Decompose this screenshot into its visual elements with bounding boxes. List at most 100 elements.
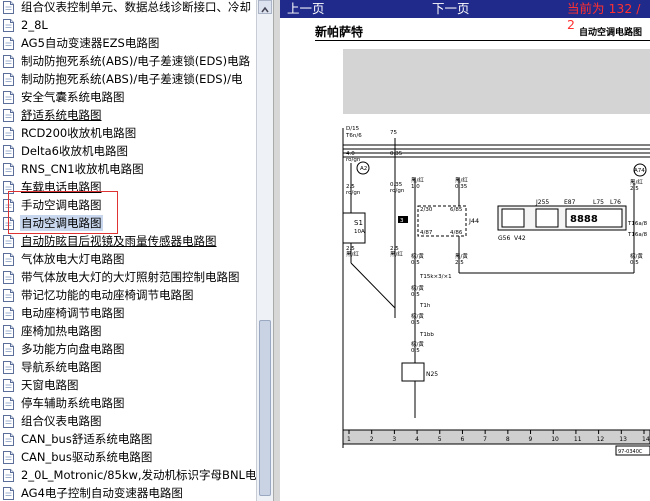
document-icon	[3, 235, 14, 248]
label-g56: G56	[498, 235, 510, 242]
tree-item-label: 自动空调电路图	[20, 215, 103, 231]
document-icon	[3, 181, 14, 194]
tree-item-label: 停车辅助系统电路图	[21, 396, 125, 410]
document-icon	[3, 73, 14, 86]
tree-item-label: 舒适系统电路图	[21, 108, 102, 122]
label-t20: 2/30	[420, 207, 433, 213]
tree-item[interactable]: AG5自动变速器EZS电路图	[0, 34, 256, 52]
tree-item[interactable]: 带记忆功能的电动座椅调节电路图	[0, 286, 256, 304]
label-k75b: 0.35	[390, 151, 403, 157]
tree-item[interactable]: 电动座椅调节电路图	[0, 304, 256, 322]
tree-item[interactable]: 组合仪表控制单元、数据总线诊断接口、冷却	[0, 0, 256, 16]
document-icon	[3, 163, 14, 176]
tree-item[interactable]: 多功能方向盘电路图	[0, 340, 256, 358]
tree-scrollbar[interactable]	[256, 0, 273, 501]
label-w12b: 0.5	[411, 320, 420, 326]
document-icon	[3, 325, 14, 338]
label-ref: 97-0340C	[618, 449, 643, 455]
tree-item[interactable]: 气体放电大灯电路图	[0, 250, 256, 268]
document-icon	[3, 217, 14, 230]
ruler-label: 2	[370, 436, 374, 443]
tree-item[interactable]: 停车辅助系统电路图	[0, 394, 256, 412]
chevron-up-icon	[261, 6, 269, 13]
document-icon	[3, 469, 14, 482]
ruler-label: 11	[574, 436, 582, 443]
scroll-up-button[interactable]	[258, 0, 272, 14]
tree-item[interactable]: 自动防眩目后视镜及雨量传感器电路图	[0, 232, 256, 250]
tree-item[interactable]: 制动防抱死系统(ABS)/电子差速锁(EDS)电路	[0, 52, 256, 70]
label-l76: L76	[610, 199, 621, 206]
tree-item[interactable]: Delta6收放机电路图	[0, 142, 256, 160]
document-icon	[3, 289, 14, 302]
ruler-label: 3	[392, 436, 396, 443]
document-icon	[3, 451, 14, 464]
tree-item[interactable]: 自动空调电路图	[0, 214, 256, 232]
label-num3: 3	[400, 218, 404, 224]
tree-item-label: 电动座椅调节电路图	[21, 306, 125, 320]
document-icon	[3, 109, 14, 122]
next-page-link[interactable]: 下一页	[432, 1, 470, 17]
tree-item[interactable]: 舒适系统电路图	[0, 106, 256, 124]
tree-item-label: 多功能方向盘电路图	[21, 342, 125, 356]
tree-item[interactable]: 制动防抱死系统(ABS)/电子差速锁(EDS)/电	[0, 70, 256, 88]
label-j44: J44	[468, 217, 479, 225]
tree-item-label: 气体放电大灯电路图	[21, 252, 125, 266]
tree-item-label: 导航系统电路图	[21, 360, 102, 374]
label-w10a: 棕/黄	[630, 252, 643, 260]
document-icon	[3, 127, 14, 140]
prev-page-link[interactable]: 上一页	[287, 1, 325, 17]
scroll-thumb[interactable]	[259, 320, 271, 496]
document-icon	[3, 19, 14, 32]
tree-item[interactable]: 2_8L	[0, 16, 256, 34]
tree-item[interactable]: CAN_bus舒适系统电路图	[0, 430, 256, 448]
document-page: 新帕萨特 自动空调电路图 1 2 3 4 5 6 7 8 9 10 11 12 …	[280, 18, 650, 501]
tree-item[interactable]: 安全气囊系统电路图	[0, 88, 256, 106]
label-w13b: 0.5	[411, 348, 420, 354]
document-icon	[3, 433, 14, 446]
tree-item-label: CAN_bus舒适系统电路图	[21, 432, 153, 446]
tree-item[interactable]: 车载电话电路图	[0, 178, 256, 196]
tree-item-label: 2_8L	[21, 18, 48, 32]
label-w13a: 棕/黄	[411, 340, 424, 348]
document-icon	[3, 199, 14, 212]
label-d15d: ro/gn	[346, 157, 361, 163]
label-w6b: 黑/红	[346, 250, 359, 258]
tree-item[interactable]: RNS_CN1收放机电路图	[0, 160, 256, 178]
tree-item-label: 带记忆功能的电动座椅调节电路图	[21, 288, 194, 302]
tree-item[interactable]: 组合仪表电路图	[0, 412, 256, 430]
page-navigation-bar: 上一页 下一页 当前为 132 / 2	[280, 0, 650, 32]
ruler-label: 8	[506, 436, 510, 443]
tree-item-label: 组合仪表控制单元、数据总线诊断接口、冷却	[21, 0, 251, 14]
tree-item[interactable]: 2_0L_Motronic/85kw,发动机标识字母BNL电	[0, 466, 256, 484]
tree-item[interactable]: CAN_bus驱动系统电路图	[0, 448, 256, 466]
document-icon	[3, 343, 14, 356]
label-w7b: 黑/红	[390, 250, 403, 258]
label-w8b: 0.5	[411, 260, 420, 266]
label-w11b: 0.5	[411, 292, 420, 298]
tree-item[interactable]: AG4电子控制自动变速器电路图	[0, 484, 256, 501]
document-icon	[3, 145, 14, 158]
label-w1b: ro/gn	[346, 190, 361, 196]
tree-item[interactable]: 导航系统电路图	[0, 358, 256, 376]
label-t86: 4/86	[450, 230, 463, 236]
ruler-label: 5	[438, 436, 442, 443]
ruler-label: 7	[483, 436, 487, 443]
ruler-label: 6	[460, 436, 464, 443]
document-tree[interactable]: 组合仪表控制单元、数据总线诊断接口、冷却 2_8L AG5自动变速器EZS电路图 制动…	[0, 0, 256, 501]
tree-item[interactable]: 手动空调电路图	[0, 196, 256, 214]
label-w3a: 黑/红	[411, 176, 424, 184]
tree-item[interactable]: 带气体放电大灯的大灯照射范围控制电路图	[0, 268, 256, 286]
tree-item[interactable]: 座椅加热电路图	[0, 322, 256, 340]
document-icon	[3, 91, 14, 104]
ruler-label: 1	[347, 436, 351, 443]
tree-item[interactable]: 天窗电路图	[0, 376, 256, 394]
label-n25: N25	[426, 371, 438, 378]
ruler-label: 14	[642, 436, 650, 443]
document-icon	[3, 55, 14, 68]
document-icon	[3, 361, 14, 374]
tree-item[interactable]: RCD200收放机电路图	[0, 124, 256, 142]
document-icon	[3, 307, 14, 320]
tree-item-label: 车载电话电路图	[21, 180, 102, 194]
document-icon	[3, 1, 14, 14]
label-w9b: 2.5	[455, 260, 464, 266]
